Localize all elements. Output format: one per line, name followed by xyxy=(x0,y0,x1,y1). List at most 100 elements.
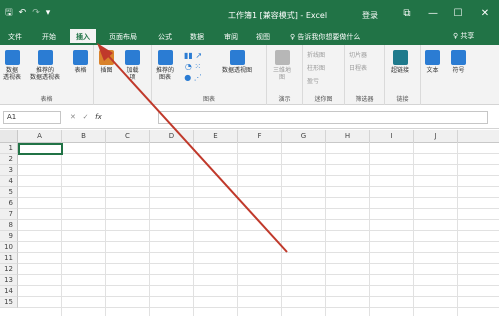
column-header-f[interactable]: F xyxy=(238,130,282,143)
sparkline-column[interactable]: 柱形图 xyxy=(307,63,325,72)
tab-view[interactable]: 视图 xyxy=(256,32,270,42)
row-header-1[interactable]: 1 xyxy=(0,143,18,154)
row-header-9[interactable]: 9 xyxy=(0,231,18,242)
pivot-table-label: 数据 透视表 xyxy=(3,67,22,81)
group-label-sparklines: 迷你图 xyxy=(314,96,333,103)
chart-types-grid[interactable]: ▮▮ ↗ ◔ ⁙ ● ⋰ xyxy=(184,50,202,83)
group-label-charts: 图表 xyxy=(202,96,215,103)
row-header-11[interactable]: 11 xyxy=(0,253,18,264)
cancel-icon[interactable]: ✕ xyxy=(70,113,76,121)
column-header-c[interactable]: C xyxy=(106,130,150,143)
tab-formulas[interactable]: 公式 xyxy=(158,32,172,42)
row-header-8[interactable]: 8 xyxy=(0,220,18,231)
recommended-pivot-label: 推荐的 数据透视表 xyxy=(30,67,61,81)
sparkline-line[interactable]: 折线图 xyxy=(307,50,325,59)
undo-icon[interactable]: ↶ xyxy=(19,8,27,18)
recommended-charts-label: 推荐的 图表 xyxy=(156,67,175,81)
cell-area[interactable] xyxy=(18,143,499,316)
row-header-3[interactable]: 3 xyxy=(0,165,18,176)
enter-icon[interactable]: ✓ xyxy=(83,113,89,121)
row-header-6[interactable]: 6 xyxy=(0,198,18,209)
row-header-7[interactable]: 7 xyxy=(0,209,18,220)
timeline-button[interactable]: 日程表 xyxy=(349,63,367,72)
table-label: 表格 xyxy=(74,67,87,74)
group-tours: 三维地 图 演示 xyxy=(267,45,303,105)
group-links: 超链接 链接 xyxy=(385,45,421,105)
group-label-tours: 演示 xyxy=(278,96,291,103)
recommended-charts-icon xyxy=(157,50,173,65)
tab-review[interactable]: 审阅 xyxy=(224,32,238,42)
save-icon[interactable]: 🖫 xyxy=(5,8,13,18)
column-header-a[interactable]: A xyxy=(18,130,62,143)
recommended-pivot-icon xyxy=(37,50,53,65)
symbol-button[interactable]: 符号 xyxy=(451,50,466,74)
window-title: 工作簿1 [兼容模式] - Excel xyxy=(228,11,328,20)
formula-bar: A1 ✕ ✓ fx xyxy=(0,106,499,129)
row-header-14[interactable]: 14 xyxy=(0,286,18,297)
illustrations-button[interactable]: 插图 xyxy=(99,50,114,74)
select-all-corner[interactable] xyxy=(0,130,18,143)
map3d-label: 三维地 图 xyxy=(273,67,292,81)
addins-label: 加载 项 xyxy=(126,67,139,81)
map3d-button[interactable]: 三维地 图 xyxy=(273,50,291,81)
formula-icons: ✕ ✓ fx xyxy=(70,113,102,121)
share-button[interactable]: ♀ 共享 xyxy=(453,31,474,41)
group-symbols: 符号 xyxy=(447,45,475,105)
recommended-charts-button[interactable]: 推荐的 图表 xyxy=(156,50,174,81)
minimize-button[interactable]: — xyxy=(424,7,442,21)
text-box-icon xyxy=(425,50,440,65)
sparkline-winloss[interactable]: 盈亏 xyxy=(307,76,319,85)
ribbon-display-icon[interactable]: ⧉ xyxy=(398,7,416,21)
tab-page-layout[interactable]: 页面布局 xyxy=(109,32,137,42)
title-bar: 🖫 ↶ ↷ ▾ 工作簿1 [兼容模式] - Excel 登录 ⧉ — ☐ ✕ xyxy=(0,0,499,29)
qat-more-icon[interactable]: ▾ xyxy=(46,8,51,18)
tab-data[interactable]: 数据 xyxy=(190,32,204,42)
column-header-h[interactable]: H xyxy=(326,130,370,143)
table-button[interactable]: 表格 xyxy=(73,50,88,74)
row-header-10[interactable]: 10 xyxy=(0,242,18,253)
pivot-chart-label: 数据透视图 xyxy=(222,67,253,74)
group-text: 文本 xyxy=(421,45,447,105)
pivot-chart-button[interactable]: 数据透视图 xyxy=(222,50,252,74)
column-header-g[interactable]: G xyxy=(282,130,326,143)
column-header-d[interactable]: D xyxy=(150,130,194,143)
row-header-12[interactable]: 12 xyxy=(0,264,18,275)
row-header-2[interactable]: 2 xyxy=(0,154,18,165)
column-header-e[interactable]: E xyxy=(194,130,238,143)
formula-input[interactable] xyxy=(158,111,488,124)
group-label-filters: 筛选器 xyxy=(355,96,374,103)
group-filters: 切片器 日程表 筛选器 xyxy=(345,45,385,105)
addins-icon xyxy=(125,50,140,65)
addins-button[interactable]: 加载 项 xyxy=(125,50,140,81)
tab-file[interactable]: 文件 xyxy=(8,32,22,42)
close-button[interactable]: ✕ xyxy=(476,7,494,21)
tell-me-search[interactable]: ♀ 告诉我你想要做什么 xyxy=(290,32,360,42)
text-button[interactable]: 文本 xyxy=(425,50,440,74)
globe-icon xyxy=(274,50,290,65)
recommended-pivot-button[interactable]: 推荐的 数据透视表 xyxy=(30,50,60,81)
row-header-4[interactable]: 4 xyxy=(0,176,18,187)
hyperlink-button[interactable]: 超链接 xyxy=(391,50,409,74)
symbol-label: 符号 xyxy=(452,67,465,74)
column-header-j[interactable]: J xyxy=(414,130,458,143)
group-sparklines: 折线图 柱形图 盈亏 迷你图 xyxy=(303,45,345,105)
redo-icon[interactable]: ↷ xyxy=(32,8,40,18)
row-header-13[interactable]: 13 xyxy=(0,275,18,286)
column-headers: ABCDEFGHIJ xyxy=(18,130,499,143)
active-cell-a1[interactable] xyxy=(18,143,63,155)
pivot-table-button[interactable]: 数据 透视表 xyxy=(3,50,21,81)
tab-home[interactable]: 开始 xyxy=(42,32,56,42)
globe-link-icon xyxy=(392,50,408,65)
row-header-5[interactable]: 5 xyxy=(0,187,18,198)
column-header-b[interactable]: B xyxy=(62,130,106,143)
slicer-button[interactable]: 切片器 xyxy=(349,50,367,59)
fx-icon[interactable]: fx xyxy=(95,113,102,121)
column-header-i[interactable]: I xyxy=(370,130,414,143)
tab-insert[interactable]: 插入 xyxy=(70,29,96,45)
login-button[interactable]: 登录 xyxy=(362,10,378,21)
pivot-table-icon xyxy=(4,50,20,65)
quick-access-toolbar: 🖫 ↶ ↷ ▾ xyxy=(5,8,50,18)
row-header-15[interactable]: 15 xyxy=(0,297,18,308)
name-box[interactable]: A1 xyxy=(3,111,61,124)
maximize-button[interactable]: ☐ xyxy=(449,7,467,21)
